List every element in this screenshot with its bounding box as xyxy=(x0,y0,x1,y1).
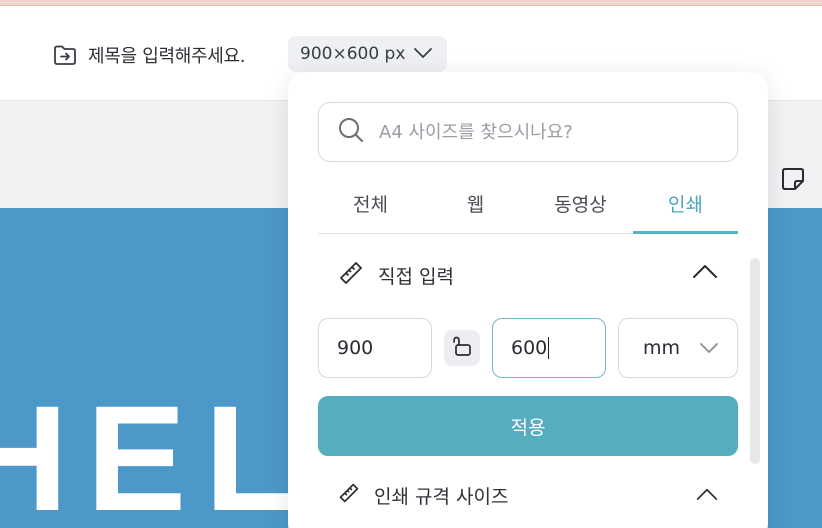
canvas-size-dropdown[interactable]: 900×600 px xyxy=(288,36,448,72)
text-cursor xyxy=(548,337,550,359)
tab-print[interactable]: 인쇄 xyxy=(633,182,738,234)
document-title[interactable]: 제목을 입력해주세요. xyxy=(88,42,245,68)
print-size-title: 인쇄 규격 사이즈 xyxy=(374,486,509,508)
custom-size-section-header[interactable]: 직접 입력 xyxy=(338,260,718,291)
folder-move-icon[interactable] xyxy=(52,42,78,68)
size-category-tabs: 전체 웹 동영상 인쇄 xyxy=(318,182,738,234)
height-value: 600 xyxy=(511,337,548,359)
chevron-up-icon[interactable] xyxy=(692,262,718,284)
sticky-note-icon[interactable] xyxy=(780,166,806,192)
width-value: 900 xyxy=(337,337,374,359)
width-input[interactable]: 900 xyxy=(318,318,432,378)
tab-video[interactable]: 동영상 xyxy=(528,182,633,233)
print-size-section-header[interactable]: 인쇄 규격 사이즈 xyxy=(338,482,718,509)
unit-select[interactable]: mm xyxy=(618,318,738,378)
title-area[interactable]: 제목을 입력해주세요. xyxy=(52,42,245,68)
tab-web[interactable]: 웹 xyxy=(423,182,528,233)
ruler-icon xyxy=(338,260,364,291)
canvas-size-panel: 전체 웹 동영상 인쇄 직접 입력 900 600 mm xyxy=(288,72,768,528)
height-input[interactable]: 600 xyxy=(492,318,606,378)
unit-value: mm xyxy=(643,337,681,359)
aspect-lock-button[interactable] xyxy=(444,330,480,366)
tab-all[interactable]: 전체 xyxy=(318,182,423,233)
search-icon xyxy=(337,116,365,148)
panel-scrollbar[interactable] xyxy=(750,258,760,464)
custom-size-inputs: 900 600 mm xyxy=(318,318,738,378)
unlock-icon xyxy=(451,335,473,361)
chevron-down-icon xyxy=(699,337,719,359)
chevron-down-icon xyxy=(413,44,433,64)
artboard-text[interactable]: HEL xyxy=(0,383,314,528)
size-search-input[interactable] xyxy=(379,121,719,143)
apply-button[interactable]: 적용 xyxy=(318,396,738,456)
chevron-up-icon[interactable] xyxy=(696,484,718,506)
custom-size-title: 직접 입력 xyxy=(378,266,454,288)
size-search-box[interactable] xyxy=(318,102,738,162)
canvas-size-label: 900×600 px xyxy=(300,44,406,64)
ruler-icon xyxy=(338,482,360,509)
